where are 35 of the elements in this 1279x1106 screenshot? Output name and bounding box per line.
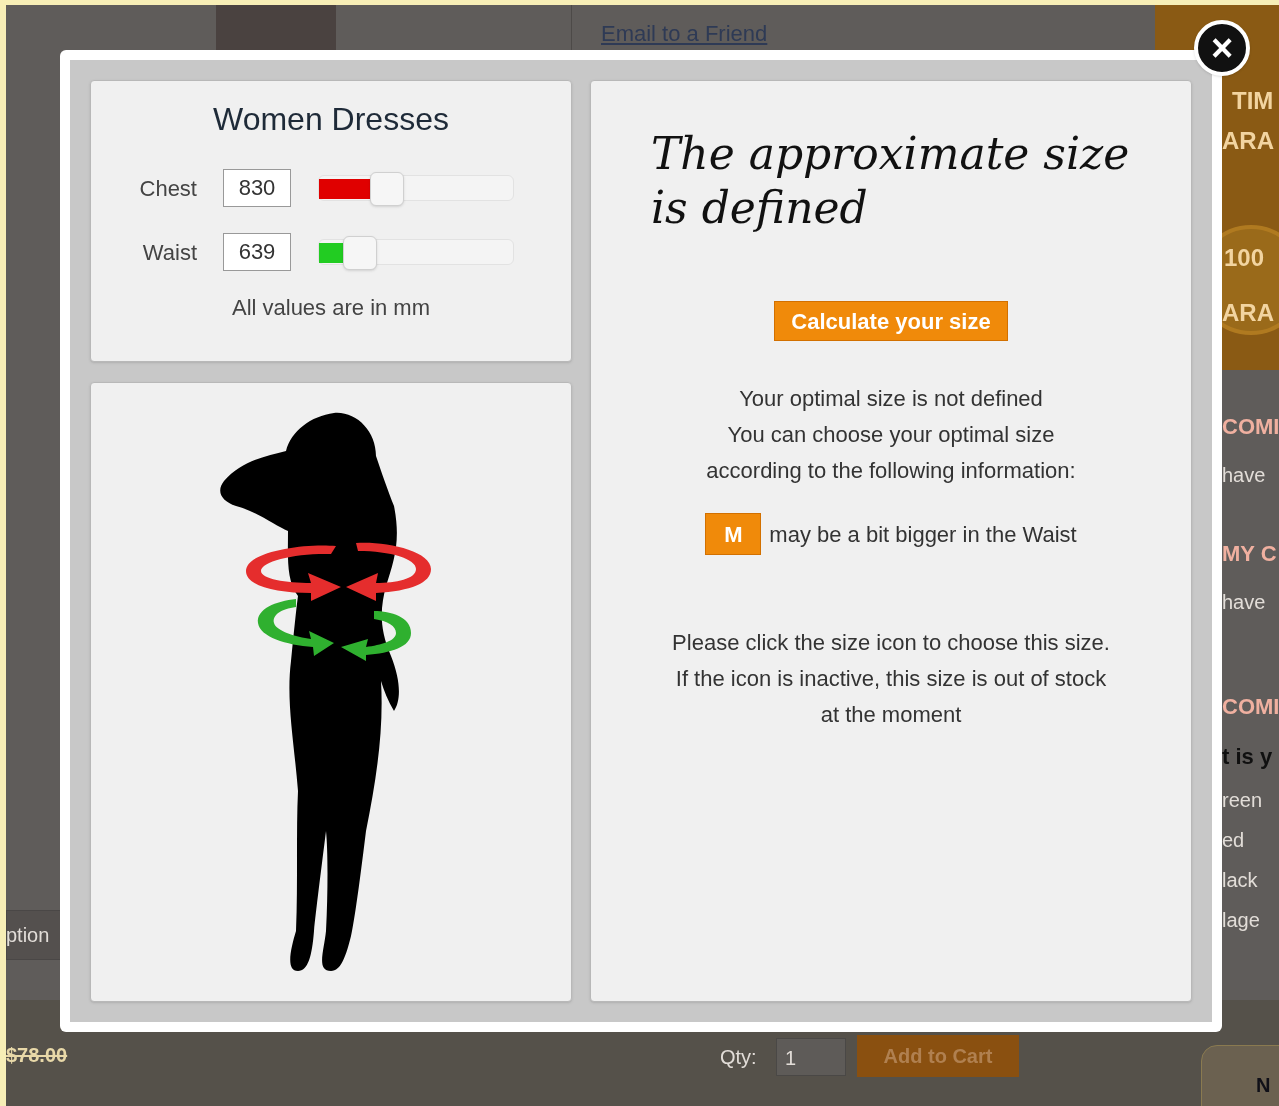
sidebar-text: MY C (1222, 540, 1277, 568)
sidebar-text: reen (1222, 788, 1263, 813)
help-text: If the icon is inactive, this size is out of stock (675, 665, 1107, 693)
rotating-arrows-icon (246, 542, 431, 661)
sidebar-text: have (1222, 590, 1266, 615)
slider-thumb[interactable] (369, 172, 404, 206)
measure-label: Chest (138, 174, 197, 203)
sidebar-text: have (1222, 463, 1266, 488)
info-text: according to the following information: (706, 457, 1076, 485)
sidebar-text: lage (1222, 908, 1260, 933)
old-price: $78.00 (6, 1043, 68, 1068)
sidebar-text: t is y (1222, 743, 1273, 771)
corner-text: N (1256, 1073, 1271, 1098)
result-heading: The approximate size is defined (651, 127, 1131, 235)
measure-input[interactable]: 639 (223, 233, 291, 271)
info-text: Your optimal size is not defined (739, 385, 1043, 413)
sidebar-text: ed (1222, 828, 1245, 853)
measure-input[interactable]: 830 (223, 169, 291, 207)
panel-title: Women Dresses (213, 100, 449, 139)
badge-text: ARA (1222, 126, 1274, 156)
qty-field[interactable]: 1 (776, 1038, 846, 1076)
help-text: Please click the size icon to choose this size. (672, 629, 1110, 657)
info-text: You can choose your optimal size (727, 421, 1055, 449)
sidebar-text: lack (1222, 868, 1258, 893)
qty-label: Qty: (720, 1045, 757, 1070)
badge-text: TIM (1232, 86, 1274, 116)
sidebar-text: COMI (1222, 413, 1279, 441)
measure-label: Waist (141, 238, 197, 267)
sidebar-text: COMI (1222, 693, 1279, 721)
badge-text: 100 (1224, 243, 1265, 273)
units-note: All values are in mm (231, 294, 431, 322)
badge-text: ARA (1222, 298, 1274, 328)
slider-thumb[interactable] (342, 236, 377, 270)
suggestion-text: may be a bit bigger in the Waist (769, 520, 1077, 549)
help-text: at the moment (820, 701, 962, 729)
